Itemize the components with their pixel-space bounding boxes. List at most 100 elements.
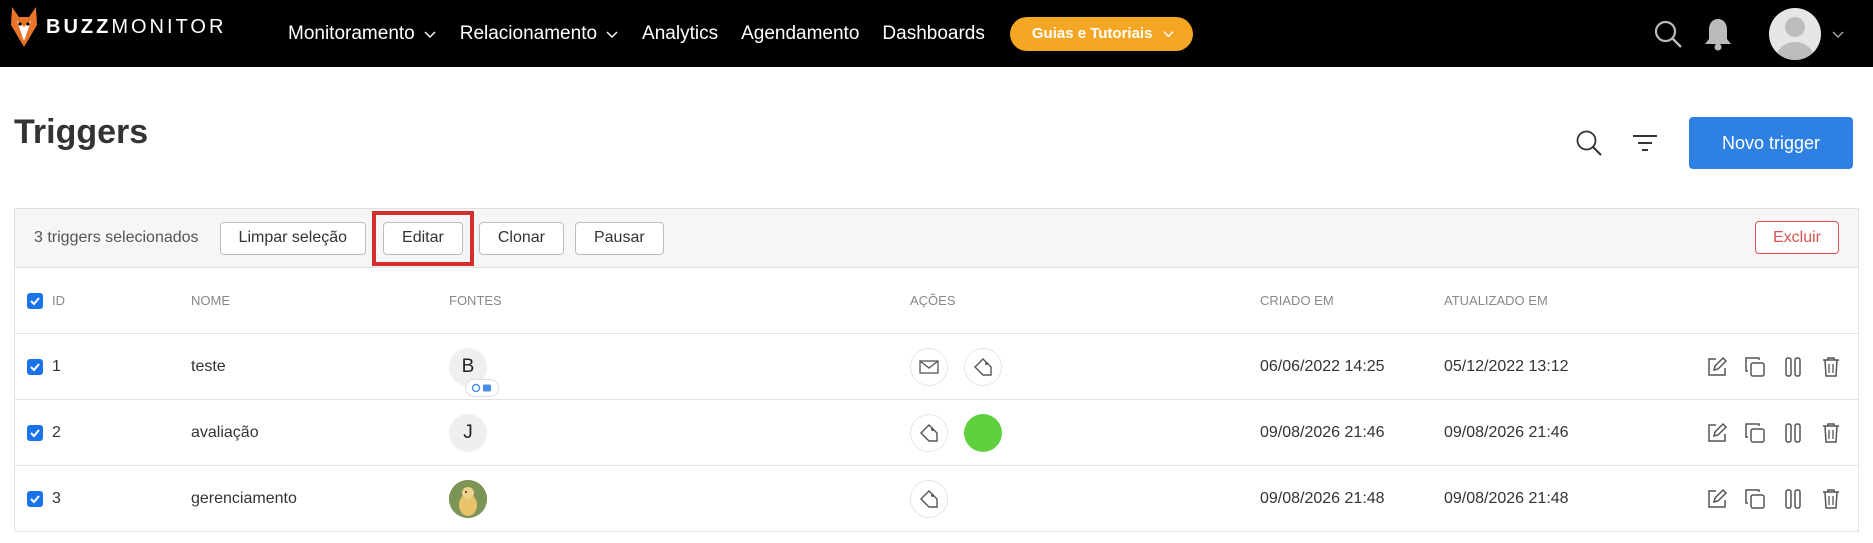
check-icon [30, 296, 40, 305]
guides-label: Guias e Tutoriais [1031, 25, 1153, 42]
nav-dashboards[interactable]: Dashboards [882, 23, 984, 45]
clone-button[interactable]: Clonar [478, 221, 564, 255]
pause-icon[interactable] [1780, 486, 1806, 512]
selection-count-text: 3 triggers selecionados [34, 229, 199, 246]
row-created: 09/08/2026 21:48 [1260, 489, 1385, 507]
chevron-down-icon [1163, 31, 1175, 38]
column-header-created[interactable]: CRIADO EM [1260, 268, 1334, 333]
row-name[interactable]: avaliação [191, 400, 259, 465]
profile-photo-icon [449, 479, 487, 518]
tag-icon [910, 413, 948, 452]
row-id: 2 [52, 423, 61, 441]
fox-logo-icon [11, 7, 37, 47]
row-actions-icons [910, 334, 1018, 399]
triggers-table: ID NOME FONTES AÇÕES CRIADO EM ATUALIZAD… [14, 268, 1859, 532]
source-letter: J [463, 421, 473, 443]
row-name[interactable]: teste [191, 334, 226, 399]
guides-tutorials-button[interactable]: Guias e Tutoriais [1009, 16, 1194, 51]
nav-label: Dashboards [882, 22, 985, 44]
row-name[interactable]: gerenciamento [191, 466, 297, 531]
nav-monitoramento[interactable]: Monitoramento [288, 23, 437, 45]
row-checkbox[interactable] [27, 400, 43, 465]
check-icon [30, 494, 40, 503]
table-row[interactable]: 1 teste B 06/06/2022 14:25 05/12/2022 13… [14, 334, 1859, 400]
chevron-down-icon [424, 31, 436, 38]
nav-label: Relacionamento [459, 22, 598, 44]
selection-bar: 3 triggers selecionados Limpar seleção E… [14, 208, 1859, 268]
row-id: 3 [52, 489, 61, 507]
user-avatar[interactable] [1769, 7, 1821, 60]
row-created: 06/06/2022 14:25 [1260, 357, 1385, 375]
row-actions-icons [910, 400, 1002, 465]
table-header-row: ID NOME FONTES AÇÕES CRIADO EM ATUALIZAD… [14, 268, 1859, 334]
pause-button[interactable]: Pausar [574, 221, 664, 255]
edit-icon[interactable] [1704, 354, 1730, 380]
row-created: 09/08/2026 21:46 [1260, 423, 1385, 441]
source-avatar[interactable]: J [449, 413, 487, 452]
column-header-name[interactable]: NOME [191, 268, 230, 333]
row-updated: 05/12/2022 13:12 [1444, 357, 1569, 375]
channel-icons [471, 383, 491, 392]
row-checkbox[interactable] [27, 334, 43, 399]
buzzmonitor-logo[interactable]: BUZZMONITOR [10, 7, 226, 47]
nav-analytics[interactable]: Analytics [642, 23, 718, 45]
row-action-buttons [1692, 334, 1844, 399]
row-action-buttons [1692, 400, 1844, 465]
table-row[interactable]: 3 gerenciamento 09/08/2026 21:48 09/08/2… [14, 466, 1859, 532]
source-avatar[interactable]: B [449, 347, 499, 397]
check-icon [30, 428, 40, 437]
check-icon [30, 362, 40, 371]
main-nav: Monitoramento Relacionamento Analytics A… [288, 0, 1194, 67]
clone-icon[interactable] [1742, 486, 1768, 512]
trash-icon[interactable] [1818, 354, 1844, 380]
source-avatar-photo[interactable] [449, 479, 487, 518]
logo-wordmark: BUZZMONITOR [46, 15, 227, 38]
mail-icon [910, 347, 948, 386]
edit-icon[interactable] [1704, 486, 1730, 512]
new-trigger-button[interactable]: Novo trigger [1689, 117, 1853, 169]
edit-button[interactable]: Editar [383, 221, 463, 255]
tag-icon [910, 479, 948, 518]
search-icon[interactable] [1569, 123, 1609, 163]
tag-icon [964, 347, 1002, 386]
page-title: Triggers [14, 113, 149, 151]
status-dot [964, 413, 1002, 452]
row-actions-icons [910, 466, 964, 531]
nav-label: Agendamento [741, 22, 860, 44]
column-header-actions: AÇÕES [910, 293, 956, 308]
column-header-id[interactable]: ID [52, 268, 65, 333]
row-checkbox[interactable] [27, 466, 43, 531]
select-all-checkbox[interactable] [27, 268, 43, 333]
filter-icon[interactable] [1625, 123, 1665, 163]
bell-icon[interactable] [1701, 17, 1735, 51]
row-updated: 09/08/2026 21:46 [1444, 423, 1569, 441]
column-header-sources: FONTES [449, 293, 502, 308]
top-right-controls [1651, 0, 1873, 67]
chevron-down-icon[interactable] [1831, 27, 1845, 41]
chevron-down-icon [606, 31, 618, 38]
row-sources [449, 466, 487, 531]
clone-icon[interactable] [1742, 354, 1768, 380]
pause-icon[interactable] [1780, 420, 1806, 446]
page-actions: Novo trigger [1569, 117, 1853, 169]
column-header-updated[interactable]: ATUALIZADO EM [1444, 268, 1548, 333]
delete-button[interactable]: Excluir [1754, 221, 1839, 254]
pause-icon[interactable] [1780, 354, 1806, 380]
nav-agendamento[interactable]: Agendamento [741, 23, 859, 45]
edit-highlight-box: Editar [372, 210, 474, 266]
clear-selection-button[interactable]: Limpar seleção [219, 221, 367, 255]
nav-label: Analytics [642, 22, 719, 44]
row-action-buttons [1692, 466, 1844, 531]
top-navbar: BUZZMONITOR Monitoramento Relacionamento… [0, 0, 1873, 67]
clone-icon[interactable] [1742, 420, 1768, 446]
search-icon[interactable] [1651, 17, 1685, 51]
row-sources: J [449, 400, 487, 465]
source-badge [465, 378, 499, 397]
user-silhouette-icon [1777, 16, 1813, 60]
trash-icon[interactable] [1818, 486, 1844, 512]
nav-relacionamento[interactable]: Relacionamento [460, 23, 619, 45]
row-updated: 09/08/2026 21:48 [1444, 489, 1569, 507]
edit-icon[interactable] [1704, 420, 1730, 446]
trash-icon[interactable] [1818, 420, 1844, 446]
table-row[interactable]: 2 avaliação J 09/08/2026 21:46 09/08/202… [14, 400, 1859, 466]
